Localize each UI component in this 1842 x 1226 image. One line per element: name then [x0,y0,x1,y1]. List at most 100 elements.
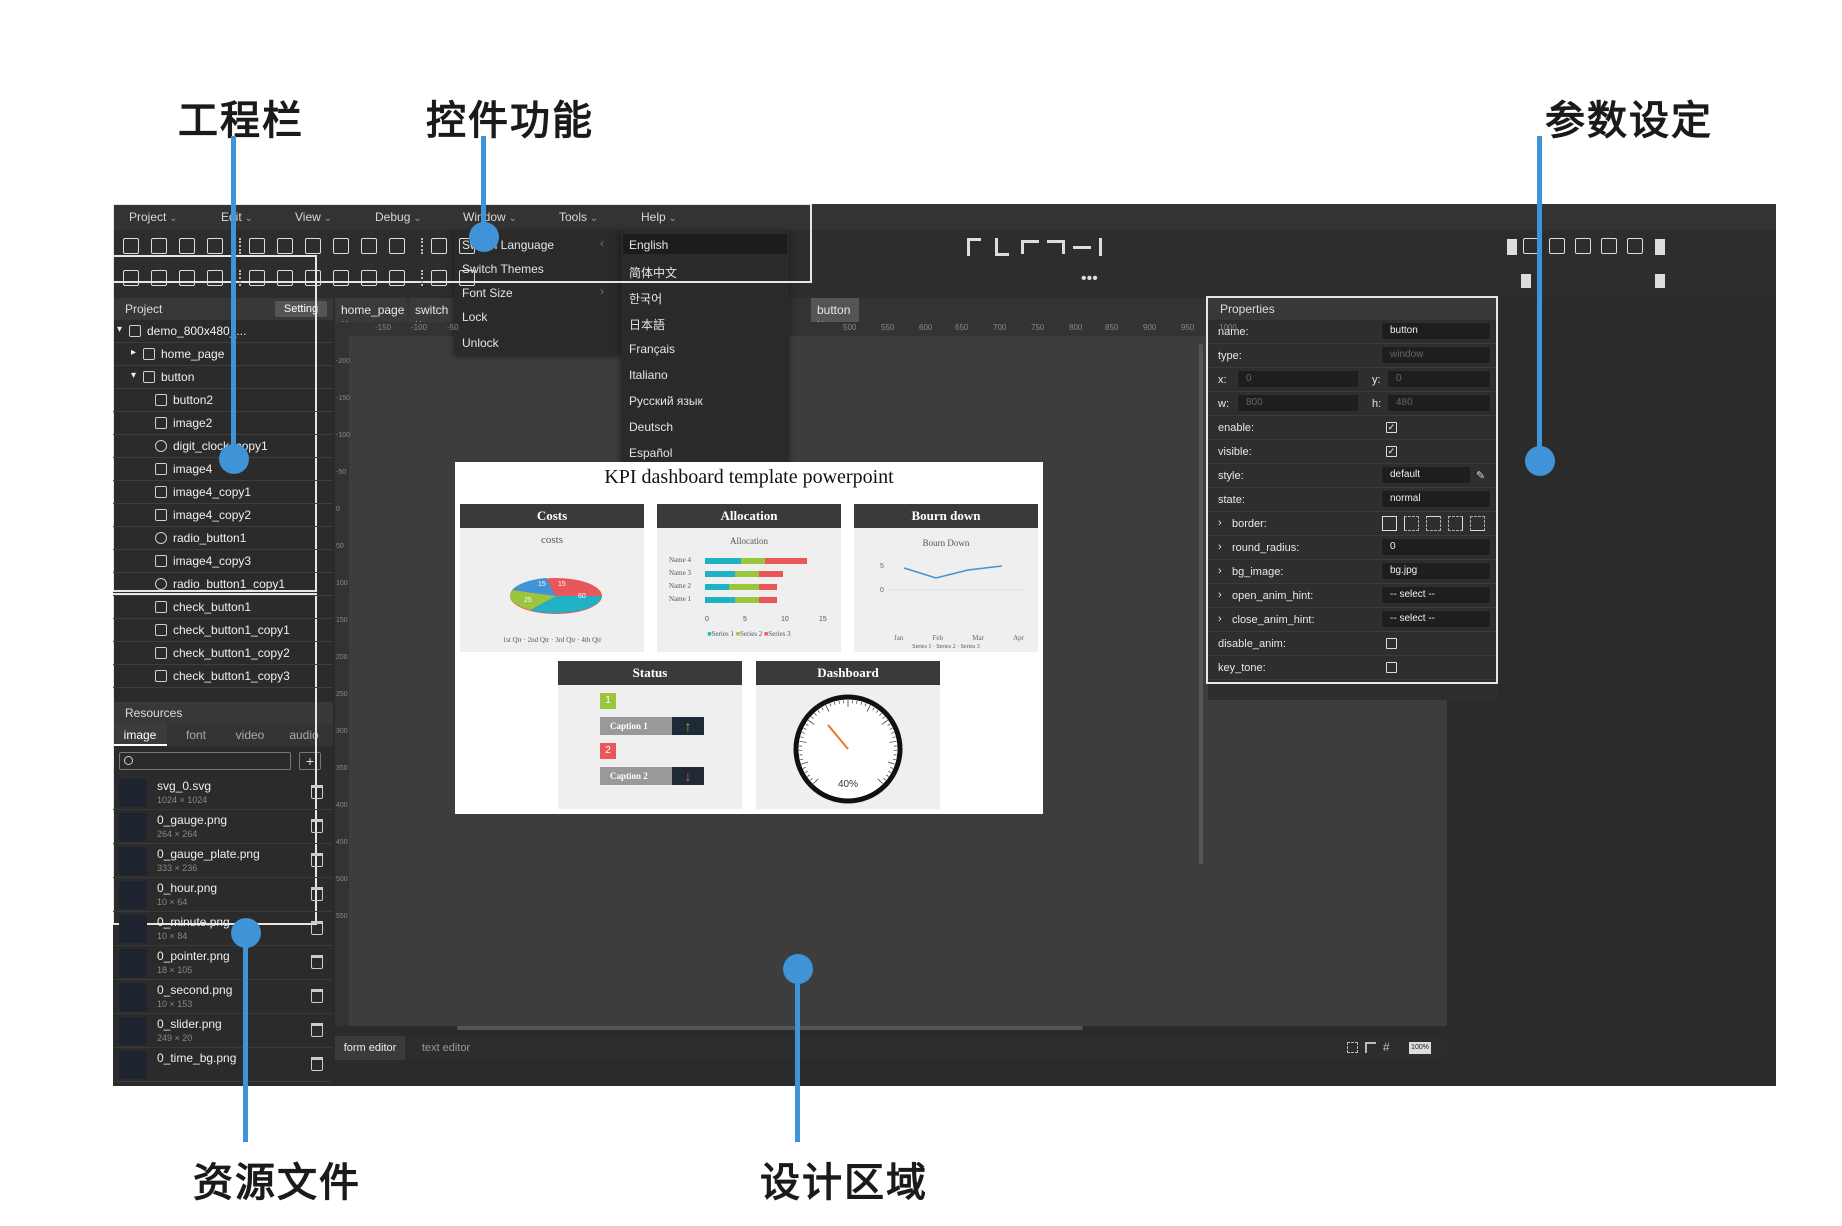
toggle-icon[interactable] [207,238,223,254]
language-option[interactable]: Français [629,342,675,356]
tree-widget-item[interactable]: image4_copy3 [113,550,333,573]
y-field[interactable]: 0 [1388,371,1490,387]
dashboard-card[interactable]: Dashboard 40% [756,661,940,809]
menu-font-size[interactable]: Font Size [462,286,513,300]
border-top-icon[interactable] [1426,516,1441,531]
add-resource-button[interactable]: + [299,752,321,770]
menu-view[interactable]: View [295,210,332,224]
open-anim-select[interactable]: -- select -- [1382,587,1490,603]
text-icon[interactable] [123,270,139,286]
allocation-card[interactable]: Allocation Allocation ■Series 1 ■Series … [657,504,841,652]
tree-widget-item[interactable]: image4_copy2 [113,504,333,527]
delete-icon[interactable] [311,785,323,799]
border-right-icon[interactable] [1448,516,1463,531]
dial-icon[interactable] [361,270,377,286]
toolbar2-scroll-right-icon[interactable] [1655,274,1665,288]
bar-chart-icon[interactable] [431,238,447,254]
tree-widget-item[interactable]: check_button1_copy3 [113,665,333,688]
language-option[interactable]: Español [629,446,672,460]
pie-icon[interactable] [333,270,349,286]
close-anim-select[interactable]: -- select -- [1382,611,1490,627]
tab-form-editor[interactable]: form editor [335,1036,405,1060]
resource-item[interactable]: svg_0.svg 1024 × 1024 [113,776,333,810]
clock-icon[interactable] [431,270,447,286]
delete-icon[interactable] [311,989,323,1003]
style-select[interactable]: default [1382,467,1470,483]
more-icon[interactable]: ••• [1081,270,1098,288]
corner-icon[interactable] [1365,1042,1376,1053]
language-option[interactable]: Deutsch [629,420,673,434]
design-canvas[interactable]: KPI dashboard template powerpoint Costs … [455,462,1043,814]
slider-icon[interactable] [249,270,265,286]
thermometer-icon[interactable] [389,270,405,286]
key-tone-checkbox[interactable] [1386,662,1397,673]
menu-edit[interactable]: Edit [221,210,253,224]
right-checkbox-icon[interactable] [1549,238,1565,254]
costs-card[interactable]: Costs costs 60 25 15 15 1st Qtr · 2nd Qt… [460,504,644,652]
status-card[interactable]: Status 1 Caption 1 ↑ 2 Caption 2 ↓ [558,661,742,809]
tree-widget-item[interactable]: radio_button1_copy1 [113,573,333,596]
edit-box-icon[interactable] [207,270,223,286]
align-right-icon[interactable] [1047,240,1065,254]
radio-icon[interactable] [179,238,195,254]
tab-audio[interactable]: audio [277,724,331,746]
right-radio-icon[interactable] [1575,238,1591,254]
project-root[interactable]: ▾ demo_800x480_... [113,320,333,343]
resource-item[interactable]: 0_gauge.png 264 × 264 [113,810,333,844]
resource-item[interactable]: 0_hour.png 10 × 64 [113,878,333,912]
image-chart-icon[interactable] [305,238,321,254]
line-chart-icon[interactable] [249,238,265,254]
delete-icon[interactable] [311,819,323,833]
label-icon[interactable] [151,270,167,286]
project-setting-button[interactable]: Setting [275,301,327,317]
menu-help[interactable]: Help [641,210,677,224]
visible-checkbox[interactable]: ✓ [1386,446,1397,457]
zoom-level[interactable]: 100% [1409,1042,1431,1054]
tab-text-editor[interactable]: text editor [411,1036,481,1060]
tree-page-home[interactable]: ▸ home_page [113,343,333,366]
language-option[interactable]: Italiano [629,368,668,382]
tree-widget-item[interactable]: check_button1_copy1 [113,619,333,642]
x-field[interactable]: 0 [1238,371,1358,387]
edit-style-icon[interactable]: ✎ [1476,469,1485,482]
editor-tab-button[interactable]: button × [811,298,859,331]
vertical-scrollbar[interactable] [1199,344,1203,864]
disable-anim-checkbox[interactable] [1386,638,1397,649]
menu-window[interactable]: Window [463,210,517,224]
right-slider-icon[interactable] [1601,238,1617,254]
digit-icon[interactable] [459,270,475,286]
resource-item[interactable]: 0_slider.png 249 × 20 [113,1014,333,1048]
resource-item[interactable]: 0_minute.png 10 × 84 [113,912,333,946]
right-line-chart-icon[interactable] [1627,238,1643,254]
delete-icon[interactable] [311,921,323,935]
image-copy-icon[interactable] [333,238,349,254]
horizontal-scrollbar[interactable] [457,1026,1083,1030]
tab-image[interactable]: image [113,724,167,746]
image-icon[interactable] [361,238,377,254]
language-option[interactable]: 한국어 [629,290,662,307]
tree-widget-item[interactable]: check_button1 [113,596,333,619]
delete-icon[interactable] [311,853,323,867]
tree-widget-item[interactable]: radio_button1 [113,527,333,550]
resource-item[interactable]: 0_pointer.png 18 × 105 [113,946,333,980]
resources-search-input[interactable] [119,752,291,770]
btn-icon[interactable] [123,238,139,254]
burndown-card[interactable]: Bourn down Bourn Down 5 0 Jan Feb Mar Apr S… [854,504,1038,652]
w-field[interactable]: 800 [1238,395,1358,411]
grid-icon[interactable]: # [1383,1040,1390,1054]
delete-icon[interactable] [311,887,323,901]
tree-widget-item[interactable]: image4_copy1 [113,481,333,504]
tab-font[interactable]: font [169,724,223,746]
toolbar-scroll-left-icon[interactable] [1507,239,1517,255]
resource-item[interactable]: 0_second.png 10 × 153 [113,980,333,1014]
border-left-icon[interactable] [1404,516,1419,531]
align-center-v-icon[interactable] [1099,238,1102,256]
resource-item[interactable]: 0_time_bg.png [113,1048,333,1082]
menu-project[interactable]: Project [129,210,178,224]
delete-icon[interactable] [311,955,323,969]
menu-tools[interactable]: Tools [559,210,598,224]
video-icon[interactable] [389,238,405,254]
state-select[interactable]: normal [1382,491,1490,507]
menu-lock[interactable]: Lock [462,310,487,324]
spinner-icon[interactable] [305,270,321,286]
